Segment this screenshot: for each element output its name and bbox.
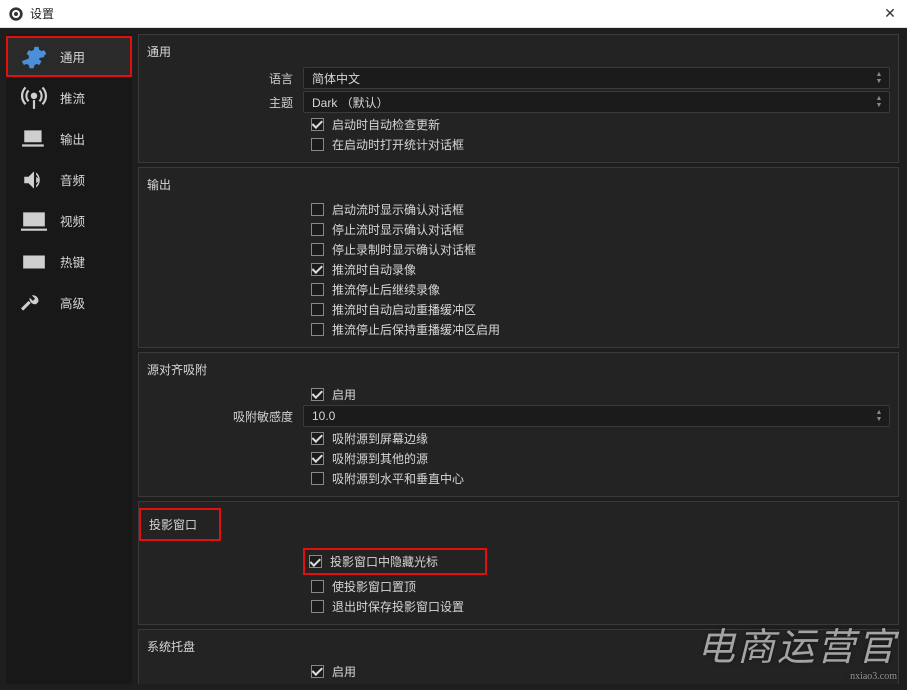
spinner-icon: ▲▼ [871, 93, 887, 111]
sidebar: 通用 推流 输出 音频 [6, 34, 132, 684]
section-general: 通用 语言 简体中文 ▲▼ 主题 Dark （默认） [138, 34, 899, 163]
sidebar-item-audio[interactable]: 音频 [6, 159, 132, 200]
checkbox-snap-enable[interactable] [311, 388, 324, 401]
language-label: 语言 [139, 70, 303, 87]
sidebar-item-video[interactable]: 视频 [6, 200, 132, 241]
checkbox-snap-screen-edge[interactable] [311, 432, 324, 445]
checkbox-open-stats[interactable] [311, 138, 324, 151]
sidebar-item-general[interactable]: 通用 [6, 36, 132, 77]
checkbox-auto-record[interactable] [311, 263, 324, 276]
section-title: 投影窗口 [139, 508, 221, 541]
sidebar-label: 热键 [60, 252, 85, 271]
sensitivity-spinbox[interactable]: 10.0 ▲▼ [303, 405, 890, 427]
section-title: 系统托盘 [139, 636, 898, 661]
checkbox-projector-top[interactable] [311, 580, 324, 593]
sensitivity-label: 吸附敏感度 [139, 408, 303, 425]
sidebar-item-stream[interactable]: 推流 [6, 77, 132, 118]
section-title: 输出 [139, 174, 898, 199]
checkbox-stop-record-confirm[interactable] [311, 243, 324, 256]
content-panel: 通用 语言 简体中文 ▲▼ 主题 Dark （默认） [138, 34, 901, 684]
language-combo[interactable]: 简体中文 ▲▼ [303, 67, 890, 89]
spinner-icon: ▲▼ [871, 69, 887, 87]
sidebar-label: 输出 [60, 129, 85, 148]
tools-icon [20, 289, 48, 317]
section-projector: 投影窗口 投影窗口中隐藏光标 使投影窗口置顶 退出时保存投影窗口设置 [138, 501, 899, 625]
app-icon [8, 6, 24, 22]
checkbox-snap-center[interactable] [311, 472, 324, 485]
checkbox-tray-enable[interactable] [311, 665, 324, 678]
checkbox-auto-update[interactable] [311, 118, 324, 131]
section-output: 输出 启动流时显示确认对话框 停止流时显示确认对话框 停止录制时显示确认对话框 … [138, 167, 899, 348]
section-tray: 系统托盘 启用 开始时最小化到系统托盘 总是最小化到系统托盘，而不是任务栏 [138, 629, 899, 684]
spinner-icon: ▲▼ [871, 407, 887, 425]
checkbox-hide-cursor[interactable] [309, 555, 322, 568]
checkbox-keep-replay-buffer[interactable] [311, 323, 324, 336]
checkbox-stop-stream-confirm[interactable] [311, 223, 324, 236]
sidebar-label: 通用 [60, 47, 85, 66]
output-icon [20, 125, 48, 153]
sidebar-label: 视频 [60, 211, 85, 230]
audio-icon [20, 166, 48, 194]
checkbox-auto-replay-buffer[interactable] [311, 303, 324, 316]
broadcast-icon [20, 84, 48, 112]
window-title: 设置 [30, 5, 881, 22]
sidebar-item-hotkeys[interactable]: 热键 [6, 241, 132, 282]
checkbox-snap-other-sources[interactable] [311, 452, 324, 465]
section-snap: 源对齐吸附 启用 吸附敏感度 10.0 ▲▼ 吸附源到屏幕边缘 吸附源到其他的源… [138, 352, 899, 497]
sidebar-label: 高级 [60, 293, 85, 312]
checkbox-save-projector[interactable] [311, 600, 324, 613]
theme-label: 主题 [139, 94, 303, 111]
video-icon [20, 207, 48, 235]
checkbox-start-stream-confirm[interactable] [311, 203, 324, 216]
keyboard-icon [20, 248, 48, 276]
checkbox-continue-record[interactable] [311, 283, 324, 296]
section-title: 通用 [139, 41, 898, 66]
sidebar-item-output[interactable]: 输出 [6, 118, 132, 159]
section-title: 源对齐吸附 [139, 359, 898, 384]
sidebar-item-advanced[interactable]: 高级 [6, 282, 132, 323]
theme-combo[interactable]: Dark （默认） ▲▼ [303, 91, 890, 113]
close-button[interactable]: ✕ [881, 5, 899, 23]
sidebar-label: 推流 [60, 88, 85, 107]
gear-icon [20, 43, 48, 71]
sidebar-label: 音频 [60, 170, 85, 189]
titlebar: 设置 ✕ [0, 0, 907, 28]
